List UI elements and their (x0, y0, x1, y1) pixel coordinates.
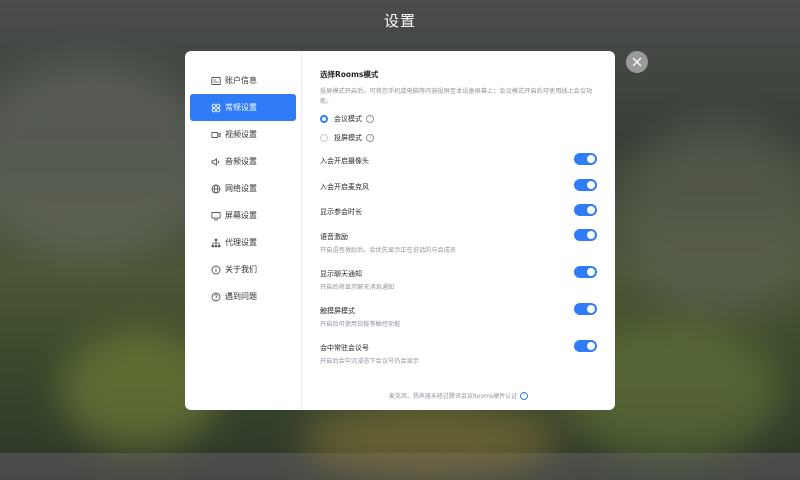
help-icon[interactable]: ? (520, 391, 529, 400)
setting-description: 开启后可使用白板等触控功能 (320, 321, 401, 328)
account-card-icon (210, 75, 221, 86)
setting-label: 会中常驻会议号 (320, 344, 369, 352)
background-blur (300, 400, 560, 480)
close-button[interactable] (626, 51, 648, 73)
setting-label: 语音激励 (320, 233, 348, 241)
monitor-icon (210, 210, 221, 221)
persistent-meeting-id-toggle[interactable] (574, 340, 597, 352)
setting-label: 入会开启麦克风 (320, 183, 369, 191)
sidebar-item-audio[interactable]: 音频设置 (185, 148, 301, 175)
radio-label: 投屏模式 (334, 134, 362, 143)
camera-on-join-toggle[interactable] (574, 153, 597, 165)
info-icon[interactable]: i (366, 115, 374, 124)
video-camera-icon (210, 129, 221, 140)
sidebar-item-label: 视频设置 (225, 130, 257, 139)
close-icon (632, 57, 642, 67)
sidebar-item-general[interactable]: 常规设置 (190, 94, 296, 121)
setting-label: 入会开启摄像头 (320, 157, 369, 165)
globe-icon (210, 183, 221, 194)
toggle-knob (587, 181, 595, 189)
background-blur (620, 120, 800, 320)
setting-description: 开启语音激励后，会优先显示正在说话的与会成员 (320, 247, 457, 254)
settings-content: 选择Rooms模式 投屏模式开启后，可将您手机或电脑等内容投屏至本设备屏幕上；会… (302, 51, 615, 410)
settings-sidebar: 账户信息 常规设置 视频设置 音频设置 网络设置 屏幕设置 代理设置 关于我们 … (185, 51, 302, 410)
sidebar-item-about[interactable]: 关于我们 (185, 256, 301, 283)
setting-chat-notification: 显示聊天通知 开启后将显示聊天消息通知 (320, 266, 597, 293)
voice-activation-toggle[interactable] (574, 229, 597, 241)
sidebar-item-proxy[interactable]: 代理设置 (185, 229, 301, 256)
setting-camera-on-join: 入会开启摄像头 (320, 153, 597, 166)
help-icon (210, 291, 221, 302)
setting-show-duration: 显示参会时长 (320, 204, 597, 217)
sidebar-item-account[interactable]: 账户信息 (185, 67, 301, 94)
footer-note-text: 麦克风、扬声器未经过腾讯会议Rooms硬件认证 (388, 393, 518, 400)
info-icon (210, 264, 221, 275)
setting-label: 显示聊天通知 (320, 270, 362, 278)
toggle-knob (587, 206, 595, 214)
sidebar-item-label: 屏幕设置 (225, 211, 257, 220)
sidebar-item-label: 常规设置 (225, 103, 257, 112)
grid-icon (210, 102, 221, 113)
toggle-knob (587, 342, 595, 350)
chat-notification-toggle[interactable] (574, 266, 597, 278)
toggle-knob (587, 155, 595, 163)
speaker-icon (210, 156, 221, 167)
show-duration-toggle[interactable] (574, 204, 597, 216)
mode-section-title: 选择Rooms模式 (320, 70, 379, 79)
radio-label: 会议模式 (334, 115, 362, 124)
setting-voice-activation: 语音激励 开启语音激励后，会优先显示正在说话的与会成员 (320, 229, 597, 256)
toggle-knob (587, 268, 595, 276)
radio-checked-icon (320, 115, 328, 124)
network-tree-icon (210, 237, 221, 248)
toggle-knob (587, 231, 595, 239)
radio-unchecked-icon (320, 134, 328, 143)
setting-label: 触摸屏模式 (320, 307, 355, 315)
mode-description: 投屏模式开启后，可将您手机或电脑等内容投屏至本设备屏幕上；会议模式开启后可使用线… (320, 88, 593, 105)
info-icon[interactable]: i (366, 134, 374, 143)
page-title: 设置 (383, 12, 416, 30)
sidebar-item-label: 关于我们 (225, 265, 257, 274)
sidebar-item-label: 网络设置 (225, 184, 257, 193)
mic-on-join-toggle[interactable] (574, 179, 597, 191)
setting-description: 开启后会中沉浸态下会议号仍会显示 (320, 358, 419, 365)
sidebar-item-network[interactable]: 网络设置 (185, 175, 301, 202)
sidebar-item-label: 代理设置 (225, 238, 257, 247)
radio-meeting-mode[interactable]: 会议模式 i (320, 112, 597, 126)
setting-label: 显示参会时长 (320, 208, 362, 216)
sidebar-item-video[interactable]: 视频设置 (185, 121, 301, 148)
setting-description: 开启后将显示聊天消息通知 (320, 284, 395, 291)
sidebar-item-label: 账户信息 (225, 76, 257, 85)
sidebar-item-screen[interactable]: 屏幕设置 (185, 202, 301, 229)
toggle-knob (587, 305, 595, 313)
touch-mode-toggle[interactable] (574, 303, 597, 315)
setting-mic-on-join: 入会开启麦克风 (320, 179, 597, 192)
setting-persistent-meeting-id: 会中常驻会议号 开启后会中沉浸态下会议号仍会显示 (320, 340, 597, 367)
sidebar-item-label: 音频设置 (225, 157, 257, 166)
sidebar-item-label: 遇到问题 (225, 292, 257, 301)
sidebar-item-help[interactable]: 遇到问题 (185, 283, 301, 310)
setting-touch-mode: 触摸屏模式 开启后可使用白板等触控功能 (320, 303, 597, 330)
radio-cast-mode[interactable]: 投屏模式 i (320, 131, 597, 145)
settings-dialog: 账户信息 常规设置 视频设置 音频设置 网络设置 屏幕设置 代理设置 关于我们 … (185, 51, 615, 410)
hardware-certification-note: 麦克风、扬声器未经过腾讯会议Rooms硬件认证 ? (302, 391, 615, 400)
